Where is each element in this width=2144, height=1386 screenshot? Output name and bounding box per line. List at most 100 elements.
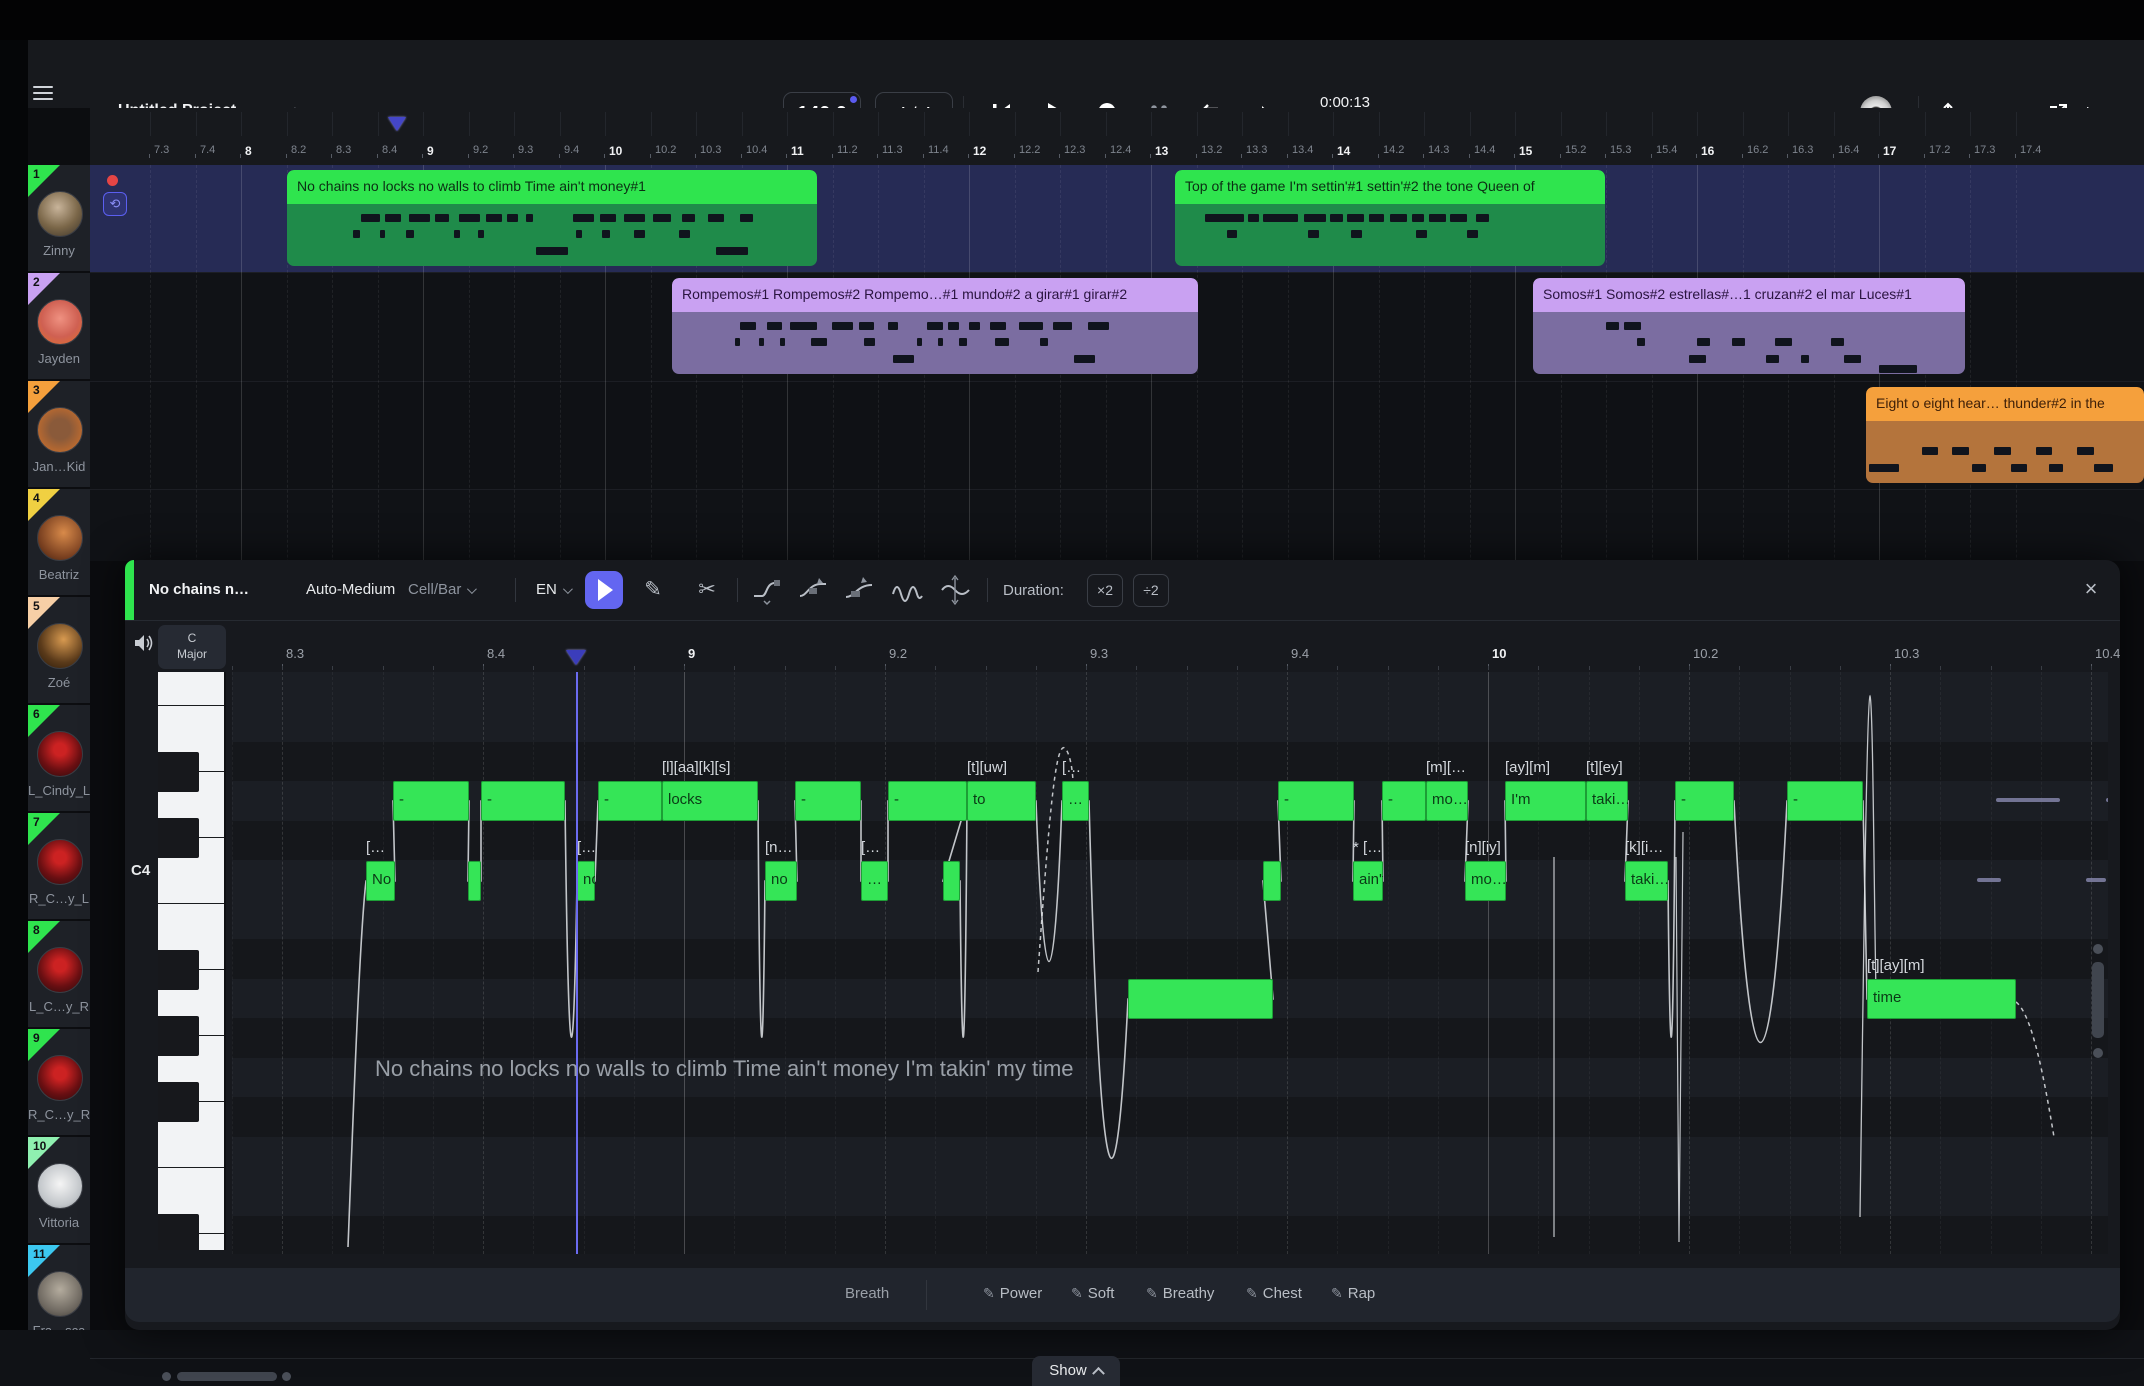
- parameter-toggle-breathy[interactable]: ✎Breathy: [1146, 1285, 1214, 1302]
- piano-black-key[interactable]: [158, 950, 199, 990]
- track-number: 11: [33, 1247, 46, 1261]
- pr-note[interactable]: no: [765, 861, 797, 901]
- parameter-toggle-chest[interactable]: ✎Chest: [1246, 1285, 1302, 1302]
- pr-note[interactable]: -: [1278, 781, 1354, 821]
- sidebar-track-item[interactable]: 9R_C…y_R: [28, 1029, 90, 1135]
- duration-double-button[interactable]: ×2: [1087, 574, 1123, 607]
- pr-note[interactable]: ain't: [1353, 861, 1383, 901]
- grid-mode-dropdown[interactable]: Cell/Bar: [408, 581, 474, 598]
- arrangement-clip[interactable]: Top of the game I'm settin'#1 settin'#2 …: [1175, 170, 1605, 266]
- sidebar-track-item[interactable]: 3Jan…Kid: [28, 381, 90, 487]
- arrangement-clip[interactable]: Somos#1 Somos#2 estrellas#…1 cruzan#2 el…: [1533, 278, 1965, 374]
- pr-note[interactable]: -: [598, 781, 662, 821]
- chevron-down-icon: [467, 584, 477, 594]
- phoneme-label: [t][ey]: [1586, 759, 1623, 776]
- pr-note[interactable]: …: [1062, 781, 1089, 821]
- mini-note: [406, 230, 414, 238]
- scrollbar-dot[interactable]: [162, 1372, 171, 1381]
- piano-black-key[interactable]: [158, 1016, 199, 1056]
- piano-black-key[interactable]: [158, 752, 199, 792]
- pr-note[interactable]: -: [393, 781, 469, 821]
- pencil-tool-button[interactable]: ✎: [637, 574, 669, 606]
- pr-note[interactable]: -: [888, 781, 967, 821]
- pitch-flatten-tool-icon[interactable]: [843, 574, 875, 606]
- mini-note: [1732, 338, 1745, 346]
- pr-note[interactable]: -: [1787, 781, 1863, 821]
- pr-note[interactable]: [1128, 979, 1273, 1019]
- pr-note[interactable]: mo…: [1426, 781, 1468, 821]
- pr-vertical-scrollbar[interactable]: [2092, 962, 2104, 1038]
- language-dropdown[interactable]: EN: [536, 581, 570, 598]
- timeline-playhead[interactable]: [388, 117, 406, 131]
- parameter-toggle-soft[interactable]: ✎Soft: [1071, 1285, 1114, 1302]
- track-loop-button[interactable]: ⟲: [103, 192, 127, 216]
- ruler-tick: [1015, 112, 1016, 136]
- duration-halve-button[interactable]: ÷2: [1133, 574, 1169, 607]
- sidebar-track-item[interactable]: 7R_C…y_L: [28, 813, 90, 919]
- pitch-mode-label[interactable]: Auto-Medium: [306, 581, 395, 598]
- pr-note[interactable]: to: [967, 781, 1036, 821]
- arrangement-clip[interactable]: No chains no locks no walls to climb Tim…: [287, 170, 817, 266]
- pr-note[interactable]: no: [577, 861, 595, 901]
- pr-note[interactable]: -: [795, 781, 861, 821]
- sidebar-track-item[interactable]: 2Jayden: [28, 273, 90, 379]
- track-record-indicator[interactable]: [107, 175, 118, 186]
- piano-keyboard[interactable]: [158, 672, 226, 1250]
- pr-note[interactable]: taki…: [1586, 781, 1628, 821]
- pr-note[interactable]: [1263, 861, 1281, 901]
- speaker-icon[interactable]: [133, 633, 155, 653]
- pr-note[interactable]: …: [861, 861, 888, 901]
- key-signature-box[interactable]: CMajor: [158, 625, 226, 669]
- pr-note[interactable]: mo…: [1465, 861, 1506, 901]
- breath-label[interactable]: Breath: [845, 1285, 889, 1302]
- piano-roll-grid[interactable]: ---locks[l][aa][k][s]--to[t][uw]…[…--mo……: [232, 672, 2108, 1254]
- pr-note[interactable]: I'm: [1505, 781, 1586, 821]
- wave-smooth-tool-icon[interactable]: [939, 574, 971, 606]
- sidebar-track-item[interactable]: 1Zinny: [28, 165, 90, 271]
- pr-note[interactable]: time: [1867, 979, 2016, 1019]
- scissors-tool-button[interactable]: ✂: [691, 574, 723, 606]
- sidebar-track-item[interactable]: 6L_Cindy_L: [28, 705, 90, 811]
- mini-note: [1450, 214, 1467, 222]
- piano-black-key[interactable]: [158, 1214, 199, 1250]
- scrollbar-dot[interactable]: [282, 1372, 291, 1381]
- pr-playhead-triangle[interactable]: [566, 650, 586, 665]
- select-tool-button[interactable]: [585, 571, 623, 609]
- clip-header: Rompemos#1 Rompemos#2 Rompemo…#1 mundo#2…: [672, 278, 1198, 312]
- arrangement-clip[interactable]: Eight o eight hear… thunder#2 in the: [1866, 387, 2144, 483]
- timeline-ruler[interactable]: 7.37.488.28.38.499.29.39.41010.210.310.4…: [0, 108, 2144, 166]
- ruler-tick: [241, 112, 242, 136]
- horizontal-scrollbar[interactable]: [177, 1372, 277, 1381]
- parameter-toggle-rap[interactable]: ✎Rap: [1331, 1285, 1375, 1302]
- scrollbar-dot[interactable]: [2093, 1048, 2103, 1058]
- pr-note[interactable]: -: [1675, 781, 1734, 821]
- pr-note[interactable]: -: [1382, 781, 1426, 821]
- piano-white-key[interactable]: [158, 672, 224, 706]
- piano-black-key[interactable]: [158, 1082, 199, 1122]
- pr-note[interactable]: taki…: [1625, 861, 1668, 901]
- pr-note[interactable]: locks: [662, 781, 758, 821]
- arrangement-clip[interactable]: Rompemos#1 Rompemos#2 Rompemo…#1 mundo#2…: [672, 278, 1198, 374]
- pr-playhead-line[interactable]: [576, 672, 578, 1254]
- show-panel-button[interactable]: Show: [1032, 1356, 1120, 1386]
- pr-note[interactable]: No: [366, 861, 395, 901]
- ruler-tick-mark: [1423, 154, 1424, 158]
- scrollbar-dot[interactable]: [2093, 944, 2103, 954]
- parameter-toggle-power[interactable]: ✎Power: [983, 1285, 1042, 1302]
- mini-note: [2077, 447, 2094, 455]
- sidebar-track-item[interactable]: 4Beatriz: [28, 489, 90, 595]
- pitch-draw-tool-icon[interactable]: [751, 574, 783, 606]
- piano-roll-ruler[interactable]: 8.38.499.29.39.41010.210.310.4: [232, 638, 2120, 672]
- pr-note[interactable]: [468, 861, 481, 901]
- close-icon[interactable]: ×: [2077, 575, 2105, 603]
- piano-black-key[interactable]: [158, 818, 199, 858]
- sidebar-track-item[interactable]: 10Vittoria: [28, 1137, 90, 1243]
- menu-hamburger-icon[interactable]: [33, 86, 53, 101]
- vibrato-tool-icon[interactable]: [891, 574, 923, 606]
- sidebar-track-item[interactable]: 8L_C…y_R: [28, 921, 90, 1027]
- pr-note[interactable]: -: [481, 781, 565, 821]
- pr-note[interactable]: [943, 861, 960, 901]
- sidebar-track-item[interactable]: 5Zoé: [28, 597, 90, 703]
- mini-note: [832, 322, 853, 330]
- pitch-anchor-tool-icon[interactable]: [797, 574, 829, 606]
